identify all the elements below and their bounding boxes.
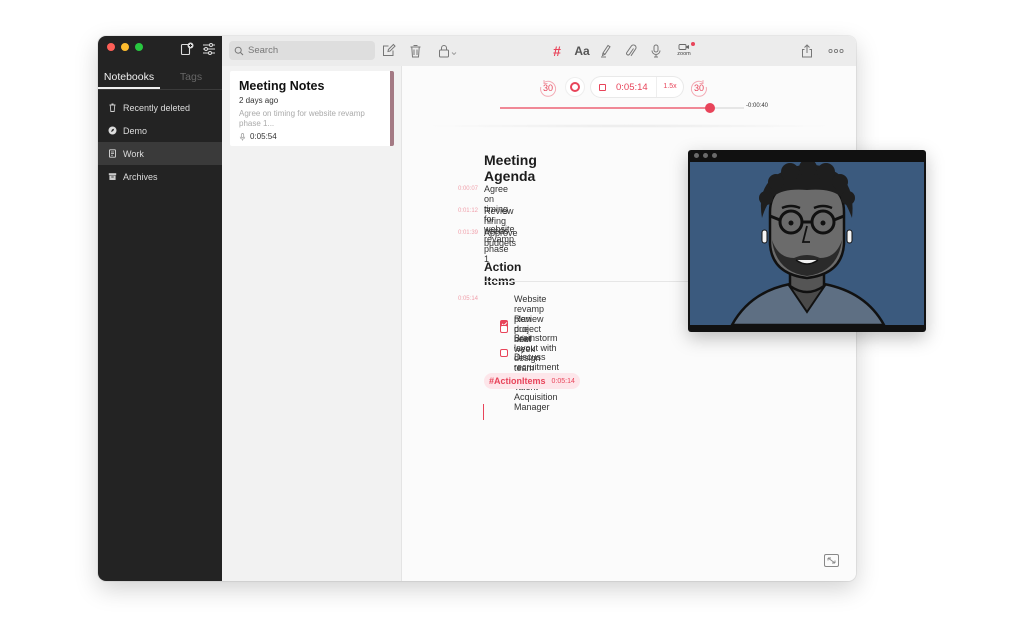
tag-name: #ActionItems: [489, 376, 546, 386]
sidebar-tabs: Notebooks Tags: [98, 68, 222, 90]
lock-note-button[interactable]: [438, 44, 460, 58]
video-call-titlebar: [688, 150, 926, 162]
video-minimize-button[interactable]: [703, 153, 708, 158]
scrubber-handle[interactable]: [704, 103, 715, 113]
tag-timestamp: 0:05:14: [551, 377, 575, 385]
agenda-timestamp[interactable]: 0:00:07: [450, 186, 478, 192]
paperclip-icon: [626, 44, 637, 57]
note-card-title: Meeting Notes: [239, 79, 325, 93]
note-card-audio: 0:05:54: [239, 132, 381, 141]
rewind-arrow-icon: [540, 80, 557, 97]
note-list-pane: Meeting Notes 2 days ago Agree on timing…: [222, 36, 402, 581]
new-notebook-icon[interactable]: [180, 42, 194, 56]
action-items-heading: Action Items: [484, 260, 522, 288]
microphone-icon: [651, 44, 661, 58]
tag-hash-icon[interactable]: #: [550, 43, 564, 59]
notebook-icon: [109, 149, 116, 158]
playback-time: 0:05:14: [616, 81, 648, 93]
note-card-audio-duration: 0:05:54: [250, 132, 277, 141]
record-audio-button[interactable]: [650, 44, 662, 58]
trash-icon: [109, 103, 116, 112]
note-card-date: 2 days ago: [239, 96, 279, 105]
highlighter-icon: [601, 44, 611, 58]
text-cursor: [483, 404, 484, 420]
archive-icon: [108, 173, 117, 180]
agenda-timestamp[interactable]: 0:01:39: [450, 230, 478, 236]
audio-player: 30 0:05:14 1.5x 30 -0:00:40: [402, 66, 856, 126]
playback-speed-button[interactable]: 1.5x: [656, 77, 683, 97]
agenda-item: Approve budgets: [484, 228, 518, 248]
filter-settings-icon[interactable]: [202, 42, 216, 56]
search-input[interactable]: [248, 45, 358, 56]
compass-icon: [108, 126, 117, 135]
more-options-button[interactable]: [828, 44, 844, 58]
sidebar-item-recently-deleted[interactable]: Recently deleted: [98, 96, 222, 119]
window-controls: [107, 43, 143, 51]
sidebar-item-demo[interactable]: Demo: [98, 119, 222, 142]
note-card-preview: Agree on timing for website revamp phase…: [239, 109, 365, 128]
tab-notebooks[interactable]: Notebooks: [98, 68, 160, 89]
sidebar-item-work[interactable]: Work: [98, 142, 222, 165]
zoom-window-button[interactable]: [135, 43, 143, 51]
zoom-integration-button[interactable]: zoom: [675, 42, 695, 57]
record-icon: [570, 82, 580, 92]
note-list-toolbar: [222, 36, 402, 66]
skip-back-button[interactable]: 30: [538, 78, 558, 98]
highlighter-button[interactable]: [600, 44, 612, 58]
editor-toolbar: # Aa zoom: [402, 36, 856, 66]
microphone-icon: [239, 132, 246, 141]
scrubber-track[interactable]: [500, 103, 744, 113]
search-field[interactable]: [229, 41, 375, 60]
sidebar: Notebooks Tags Recently deleted Demo Wor…: [98, 36, 222, 581]
sidebar-item-label: Demo: [123, 125, 148, 136]
playback-pill: 0:05:14 1.5x: [591, 77, 683, 97]
tag-chip[interactable]: #ActionItems 0:05:14: [484, 373, 580, 389]
video-close-button[interactable]: [694, 153, 699, 158]
sidebar-item-label: Work: [123, 148, 144, 159]
video-call-window[interactable]: [688, 150, 926, 332]
share-icon: [802, 44, 812, 58]
record-button[interactable]: [566, 78, 584, 96]
close-window-button[interactable]: [107, 43, 115, 51]
skip-forward-button[interactable]: 30: [689, 78, 709, 98]
agenda-timestamp[interactable]: 0:01:12: [450, 208, 478, 214]
share-button[interactable]: [800, 44, 814, 58]
lock-icon: [439, 45, 457, 58]
stop-button[interactable]: [599, 83, 606, 91]
trash-icon: [410, 45, 420, 58]
recording-indicator: [691, 42, 695, 46]
forward-arrow-icon: [690, 80, 707, 97]
minimize-window-button[interactable]: [121, 43, 129, 51]
ellipsis-icon: [828, 48, 844, 54]
agenda-heading: Meeting Agenda: [484, 152, 537, 184]
time-remaining: -0:00:40: [746, 103, 769, 109]
zoom-label: zoom: [677, 51, 691, 57]
delete-note-button[interactable]: [408, 44, 422, 58]
scrubber-progress: [500, 107, 710, 109]
note-card[interactable]: Meeting Notes 2 days ago Agree on timing…: [230, 71, 394, 146]
participant-avatar: [730, 162, 886, 325]
video-camera-icon: [678, 44, 689, 50]
todo-checkbox[interactable]: [500, 325, 508, 333]
compose-note-icon[interactable]: [382, 43, 396, 57]
attach-button[interactable]: [625, 44, 637, 58]
video-feed: [690, 162, 924, 325]
sidebar-item-label: Archives: [123, 171, 158, 182]
tab-tags[interactable]: Tags: [160, 68, 222, 89]
video-zoom-button[interactable]: [712, 153, 717, 158]
sidebar-item-label: Recently deleted: [123, 102, 191, 113]
sidebar-item-archives[interactable]: Archives: [98, 165, 222, 188]
sidebar-tools: [180, 42, 216, 56]
notebook-list: Recently deleted Demo Work Archives: [98, 96, 222, 188]
player-divider: [422, 124, 836, 128]
expand-icon[interactable]: [824, 554, 839, 567]
text-format-icon[interactable]: Aa: [573, 44, 591, 58]
action-timestamp[interactable]: 0:05:14: [450, 296, 478, 302]
search-icon: [234, 46, 244, 55]
